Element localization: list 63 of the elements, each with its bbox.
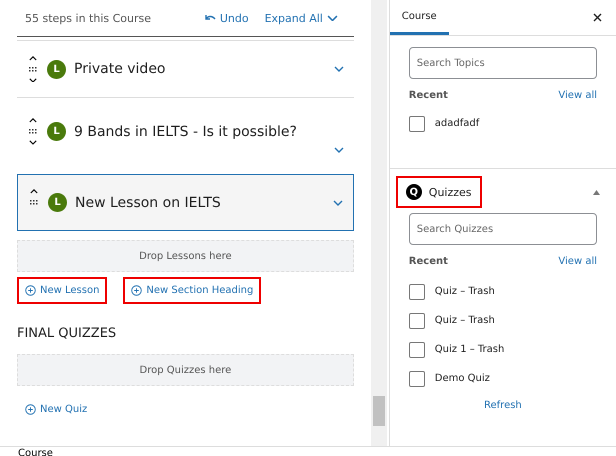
move-up-button[interactable] <box>30 189 38 194</box>
lesson-title: Private video <box>74 61 166 77</box>
move-down-button[interactable] <box>29 140 37 145</box>
view-all-link[interactable]: View all <box>558 256 597 267</box>
footer-label: Course <box>18 448 53 456</box>
lesson-badge: L <box>48 193 67 212</box>
plus-circle-icon <box>131 285 142 296</box>
move-down-button[interactable] <box>29 78 37 82</box>
topic-label: adadfadf <box>434 118 480 129</box>
expand-button[interactable] <box>334 147 344 153</box>
chevron-down-icon <box>29 78 37 82</box>
search-quizzes-field[interactable]: Search Quizzes <box>408 213 597 245</box>
move-up-button[interactable] <box>29 56 37 60</box>
quiz-label: Quiz – Trash <box>434 286 495 297</box>
chevron-up-icon <box>30 189 38 194</box>
checkbox[interactable] <box>408 116 425 132</box>
checkbox[interactable] <box>408 370 425 386</box>
steps-count: 55 steps in this Course <box>24 12 152 24</box>
section-heading: FINAL QUIZZES <box>17 326 118 341</box>
recent-label: Recent <box>408 90 448 101</box>
lesson-row[interactable]: L New Lesson on IELTS <box>17 174 354 231</box>
drag-handle-icon[interactable] <box>29 129 37 134</box>
lesson-title: New Lesson on IELTS <box>75 194 222 210</box>
refresh-button[interactable]: Refresh <box>478 399 528 412</box>
checkbox[interactable] <box>408 312 425 328</box>
add-button[interactable]: New Section Heading <box>123 277 262 304</box>
undo-button[interactable]: Undo <box>204 12 249 24</box>
move-up-button[interactable] <box>29 118 37 123</box>
expand-button[interactable] <box>332 200 343 206</box>
recent-label: Recent <box>408 256 448 267</box>
chevron-up-icon <box>29 56 37 60</box>
search-topics-field[interactable]: Search Topics <box>408 47 597 79</box>
lesson-title: 9 Bands in IELTS - Is it possible? <box>74 124 298 140</box>
lesson-badge: L <box>47 122 66 141</box>
checkbox[interactable] <box>408 342 425 358</box>
chevron-down-icon <box>334 147 344 153</box>
drag-handle-icon[interactable] <box>30 200 38 205</box>
quizzes-drop-zone: Drop Quizzes here <box>17 354 354 386</box>
expand-button[interactable] <box>334 66 344 72</box>
scrollbar[interactable] <box>370 0 387 446</box>
quiz-label: Demo Quiz <box>434 373 490 384</box>
quiz-label: Quiz – Trash <box>434 315 495 326</box>
collapse-triangle-icon[interactable] <box>593 190 600 194</box>
add-button[interactable]: New Lesson <box>17 277 108 304</box>
chevron-up-icon <box>29 118 37 123</box>
view-all-link[interactable]: View all <box>558 90 597 101</box>
quizzes-panel-toggle[interactable]: Q Quizzes <box>396 176 482 208</box>
undo-icon <box>204 14 216 22</box>
quiz-label: Quiz 1 – Trash <box>434 344 504 355</box>
chevron-down-icon <box>332 200 343 206</box>
close-icon <box>593 13 602 22</box>
plus-circle-icon <box>25 404 36 415</box>
drag-handle-icon[interactable] <box>29 66 37 72</box>
chevron-down-icon <box>29 140 37 145</box>
plus-circle-icon <box>25 285 36 296</box>
chevron-down-icon <box>334 66 344 72</box>
course-tab[interactable]: Course <box>390 0 449 35</box>
chevron-down-icon <box>326 14 338 22</box>
lessons-drop-zone: Drop Lessons here <box>17 240 354 272</box>
checkbox[interactable] <box>408 284 425 300</box>
expand-all-button[interactable]: Expand All <box>264 12 338 24</box>
lesson-badge: L <box>47 60 66 78</box>
quiz-badge: Q <box>406 184 422 200</box>
